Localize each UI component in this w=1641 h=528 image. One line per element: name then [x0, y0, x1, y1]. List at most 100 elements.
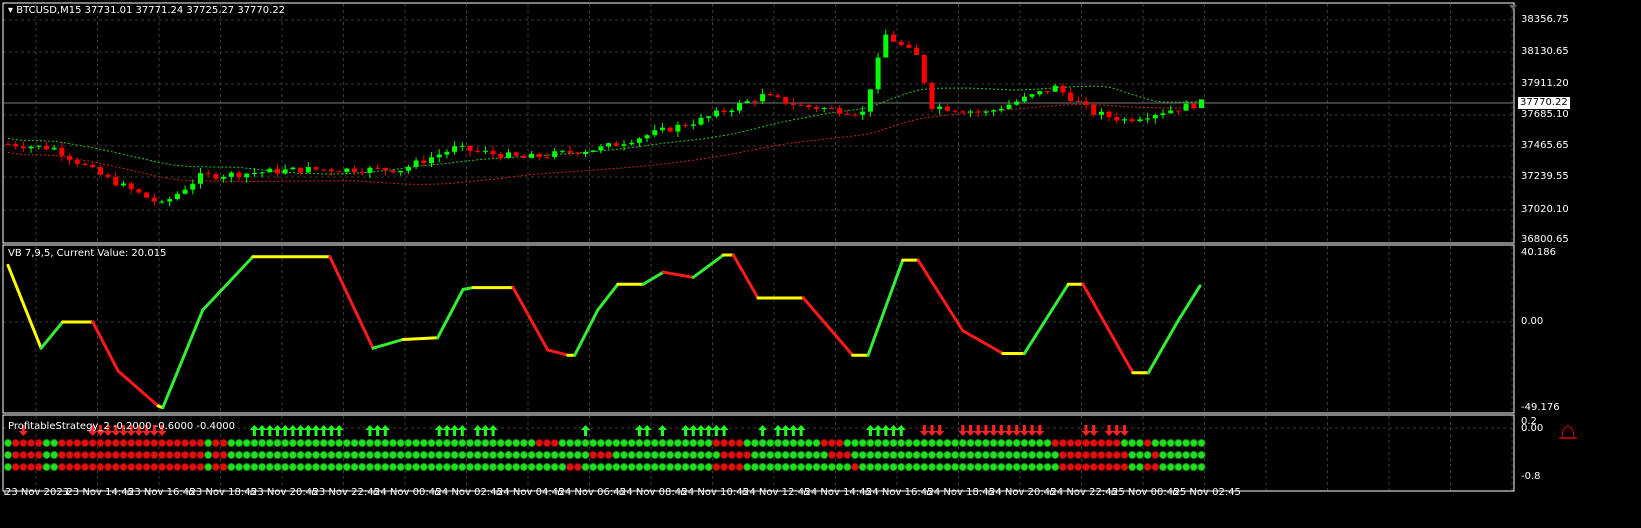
vb-segment [1146, 318, 1180, 375]
signal-dot-green [689, 450, 698, 459]
signal-dot-green [766, 450, 775, 459]
symbol-header: ▾ BTCUSD,M15 37731.01 37771.24 37725.27 … [8, 5, 285, 16]
signal-dot-green [311, 462, 320, 471]
candle-body [652, 130, 658, 136]
signal-dot-green [997, 438, 1006, 447]
signal-dot-green [1159, 462, 1168, 471]
strategy-signals [4, 438, 1206, 471]
vb-segment [731, 253, 760, 300]
candle-body [860, 111, 866, 115]
signal-dot-green [227, 462, 236, 471]
candle-body [444, 151, 450, 155]
signal-dot-red [604, 450, 613, 459]
signal-dot-red [150, 450, 159, 459]
candle-body [575, 152, 581, 155]
signal-dot-green [643, 438, 652, 447]
signal-dot-green [288, 450, 297, 459]
signal-dot-red [1082, 462, 1091, 471]
down-arrow-icon [1027, 425, 1037, 436]
signal-dot-green [419, 462, 428, 471]
signal-dot-green [304, 462, 313, 471]
signal-dot-green [342, 462, 351, 471]
candle-body [313, 167, 319, 170]
signal-dot-red [219, 450, 228, 459]
signal-dot-green [658, 450, 667, 459]
down-arrow-icon [919, 425, 929, 436]
signal-dot-red [165, 450, 174, 459]
candle-body [228, 172, 234, 177]
signal-dot-green [627, 450, 636, 459]
signal-dot-red [735, 438, 744, 447]
signal-dot-red [134, 438, 143, 447]
candle-body [97, 167, 103, 175]
signal-dot-green [935, 450, 944, 459]
signal-dot-green [1035, 450, 1044, 459]
signal-dot-green [643, 450, 652, 459]
signal-dot-green [897, 462, 906, 471]
candle-body [82, 163, 88, 165]
signal-dot-red [127, 438, 136, 447]
signal-dot-green [388, 450, 397, 459]
signal-dot-green [689, 462, 698, 471]
signal-dot-red [1089, 450, 1098, 459]
collapse-triangle-icon[interactable]: ▾ [8, 5, 16, 16]
candle-body [174, 193, 180, 200]
vb-axis-tick: 0.00 [1521, 316, 1544, 327]
candle-body [636, 138, 642, 143]
candle-body [598, 146, 604, 151]
signal-dot-red [34, 462, 43, 471]
signal-dot-green [427, 462, 436, 471]
candle-body [1075, 100, 1081, 102]
signal-dot-red [827, 450, 836, 459]
candle-body [205, 173, 211, 175]
time-tick: 24 Nov 00:45 [374, 487, 442, 498]
signal-dot-green [1012, 450, 1021, 459]
signal-dot-green [673, 462, 682, 471]
vb-segment [161, 308, 205, 410]
signal-dot-green [697, 450, 706, 459]
up-arrow-icon [688, 425, 698, 436]
signal-dot-green [204, 450, 213, 459]
candle-body [829, 107, 835, 109]
signal-dot-red [1074, 462, 1083, 471]
signal-dot-green [335, 462, 344, 471]
candle-body [883, 34, 889, 58]
signal-dot-red [142, 450, 151, 459]
signal-dot-red [57, 462, 66, 471]
up-arrow-icon [896, 425, 906, 436]
signal-dot-green [1128, 438, 1137, 447]
time-tick: 24 Nov 10:45 [681, 487, 749, 498]
signal-dot-green [481, 462, 490, 471]
up-arrow-icon [303, 425, 313, 436]
signal-dot-green [404, 438, 413, 447]
candle-body [236, 172, 242, 178]
signal-dot-green [689, 438, 698, 447]
signal-dot-red [211, 450, 220, 459]
chart-canvas[interactable] [0, 0, 1641, 528]
signal-dot-red [73, 462, 82, 471]
up-arrow-icon [796, 425, 806, 436]
signal-dot-green [281, 462, 290, 471]
signal-dot-green [1128, 450, 1137, 459]
signal-dot-green [1143, 450, 1152, 459]
vb-segment [461, 286, 475, 291]
alert-bell-icon[interactable] [1559, 425, 1577, 439]
signal-dot-green [311, 438, 320, 447]
signal-dot-red [134, 462, 143, 471]
signal-dot-red [134, 450, 143, 459]
signal-dot-green [681, 462, 690, 471]
signal-dot-green [42, 462, 51, 471]
signal-dot-green [227, 450, 236, 459]
scroll-marker-icon[interactable] [1509, 5, 1517, 10]
signal-dot-green [866, 462, 875, 471]
signal-dot-red [88, 438, 97, 447]
signal-dot-red [1143, 462, 1152, 471]
signal-dot-green [966, 438, 975, 447]
candle-body [968, 111, 973, 113]
signal-dot-green [234, 462, 243, 471]
vb-segment [691, 253, 725, 279]
up-arrow-icon [434, 425, 444, 436]
signal-dot-green [951, 438, 960, 447]
signal-dot-green [481, 450, 490, 459]
signal-dot-green [935, 438, 944, 447]
